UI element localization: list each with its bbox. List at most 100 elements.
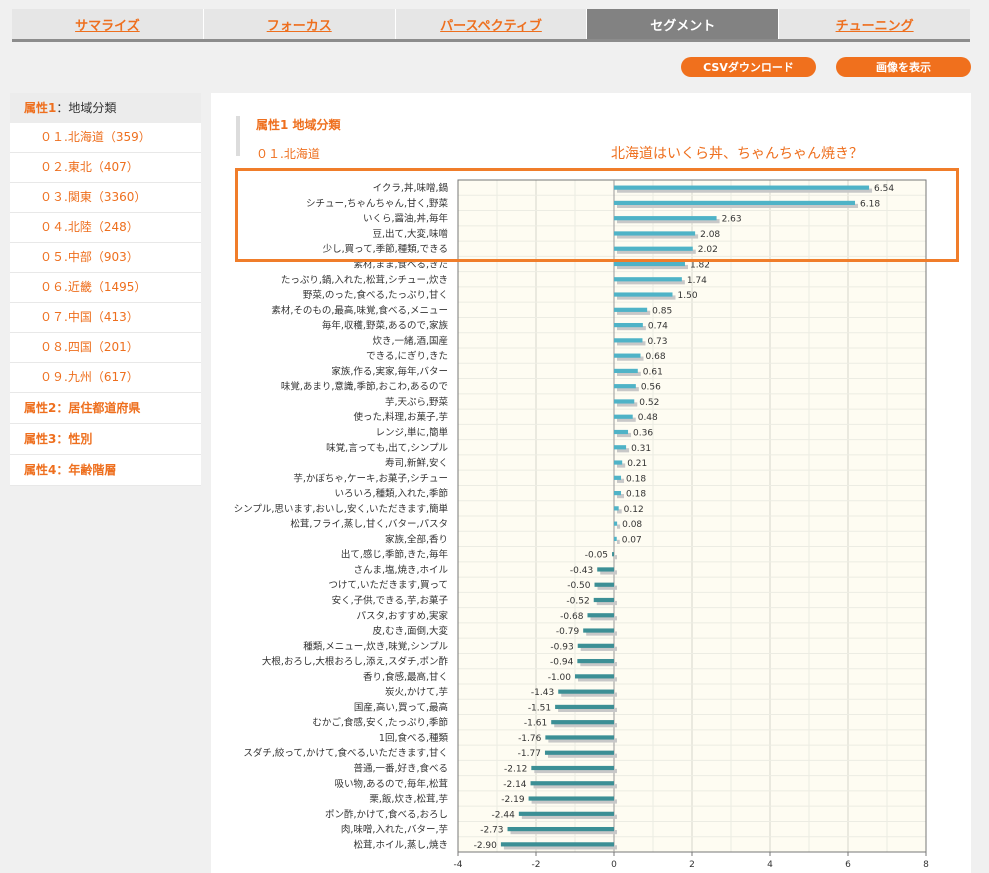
x-tick-label: -4 (454, 860, 463, 870)
data-label: -0.50 (567, 581, 591, 591)
data-label: -2.90 (474, 841, 498, 851)
data-label: -2.19 (501, 795, 525, 805)
bar (597, 567, 614, 572)
category-label: 素材,まま,食べる,きた (353, 259, 448, 271)
category-label: 香り,食感,最高,甘く (363, 671, 448, 683)
bar (594, 582, 614, 587)
bar (614, 490, 622, 496)
category-label: 寿司,新鮮,安く (385, 457, 448, 469)
bar (614, 414, 633, 419)
x-tick-label: 6 (845, 860, 851, 870)
data-label: -0.94 (550, 658, 574, 668)
data-label: -0.52 (566, 597, 589, 607)
category-label: いくら,醤油,丼,毎年 (363, 213, 449, 225)
bar (614, 384, 636, 389)
bar (545, 735, 614, 740)
bar (614, 399, 635, 404)
bar (551, 720, 614, 725)
x-tick-label: 8 (923, 860, 929, 870)
data-label: 0.36 (633, 429, 653, 439)
bar (614, 521, 618, 526)
category-label: 皮,むき,面倒,大変 (372, 625, 448, 637)
category-label: 国産,高い,買って,最高 (354, 701, 448, 713)
category-label: 松茸,フライ,蒸し,甘く,バター,パスタ (290, 518, 448, 530)
category-label: 味覚,言っても,出て,シンプル (326, 442, 448, 454)
data-label: -2.14 (503, 780, 527, 790)
data-label: -1.00 (548, 673, 572, 683)
bar (614, 261, 685, 267)
bar (614, 231, 696, 236)
category-label: いろいろ,種類,入れた,季節 (334, 488, 448, 500)
bar (614, 322, 643, 328)
data-label: 0.52 (639, 398, 659, 408)
bar (500, 842, 614, 847)
data-label: 0.85 (652, 306, 672, 316)
category-label: パスタ,おすすめ,実家 (356, 610, 448, 622)
x-tick-label: -2 (532, 860, 541, 870)
bar (614, 246, 693, 251)
bar (612, 552, 614, 557)
bar (558, 689, 614, 694)
data-label: -2.73 (480, 826, 503, 836)
bar (587, 613, 614, 618)
bar (614, 475, 622, 480)
category-label: 種類,メニュー,炊き,味覚,シンプル (303, 640, 448, 652)
category-label: 家族,全部,香り (385, 533, 448, 545)
data-label: -2.12 (504, 765, 527, 775)
category-label: 大根,おろし,大根おろし,添え,スダチ,ポン酢 (262, 656, 449, 668)
category-label: 出て,感じ,季節,きた,毎年 (341, 549, 449, 561)
bar (614, 292, 673, 297)
data-label: -1.77 (518, 749, 541, 759)
bar-shadow (617, 539, 620, 545)
data-label: -0.43 (570, 566, 593, 576)
data-label: -0.05 (585, 551, 608, 561)
category-label: 野菜,のった,食べる,たっぷり,甘く (303, 289, 448, 301)
data-label: -1.51 (528, 703, 551, 713)
bar (614, 445, 627, 450)
data-label: 6.54 (874, 184, 894, 194)
bar (614, 185, 870, 190)
data-label: 2.63 (722, 215, 742, 225)
bar (614, 506, 619, 511)
category-label: 少し,買って,季節,種類,できる (323, 243, 448, 255)
x-tick-label: 4 (767, 860, 773, 870)
category-label: できる,にぎり,きた (366, 350, 448, 362)
category-label: 毎年,収穫,野菜,あるので,家族 (322, 320, 449, 332)
bar (583, 628, 614, 633)
data-label: -0.68 (560, 612, 584, 622)
category-label: 1回,食べる,種類 (379, 732, 449, 744)
bar (577, 643, 614, 648)
data-label: 2.02 (698, 245, 718, 255)
category-label: 芋,天ぷら,野菜 (385, 396, 449, 408)
bar (614, 338, 643, 343)
data-label: -0.79 (556, 627, 580, 637)
bar-shadow (617, 524, 621, 529)
category-label: さんま,塩,焼き,ホイル (353, 564, 448, 576)
data-label: 0.18 (626, 490, 646, 500)
category-label: 豆,出て,大変,味噌 (372, 228, 448, 240)
category-label: 使った,料理,お菓子,芋 (353, 411, 448, 423)
bar (614, 307, 648, 312)
data-label: 1.74 (687, 276, 707, 286)
x-tick-label: 0 (611, 860, 617, 870)
bar (555, 704, 614, 710)
category-label: 松茸,ホイル,蒸し,焼き (353, 839, 448, 851)
bar (593, 597, 614, 603)
bar (507, 826, 614, 832)
category-label: 安く,子供,できる,芋,お菓子 (332, 595, 449, 607)
category-label: 炭火,かけて,芋 (385, 687, 448, 698)
data-label: 6.18 (860, 199, 880, 209)
category-label: レンジ,単に,簡単 (375, 427, 448, 439)
category-label: 芋,かぼちゃ,ケーキ,お菓子,シチュー (293, 472, 448, 484)
bar (614, 429, 629, 435)
category-label: 肉,味噌,入れた,バター,芋 (341, 824, 448, 836)
category-label: イクラ,丼,味噌,鍋 (373, 182, 448, 194)
data-label: 0.61 (643, 367, 663, 377)
bar (575, 674, 614, 679)
category-label: ポン酢,かけて,食べる,おろし (325, 808, 448, 820)
category-label: むかご,食感,安く,たっぷり,季節 (312, 717, 448, 729)
data-label: 0.31 (631, 444, 651, 454)
category-label: 味覚,あまり,意識,季節,おこわ,あるので (281, 381, 448, 393)
category-label: 吸い物,あるので,毎年,松茸 (334, 778, 448, 790)
category-label: たっぷり,鍋,入れた,松茸,シチュー,炊き (281, 274, 448, 286)
